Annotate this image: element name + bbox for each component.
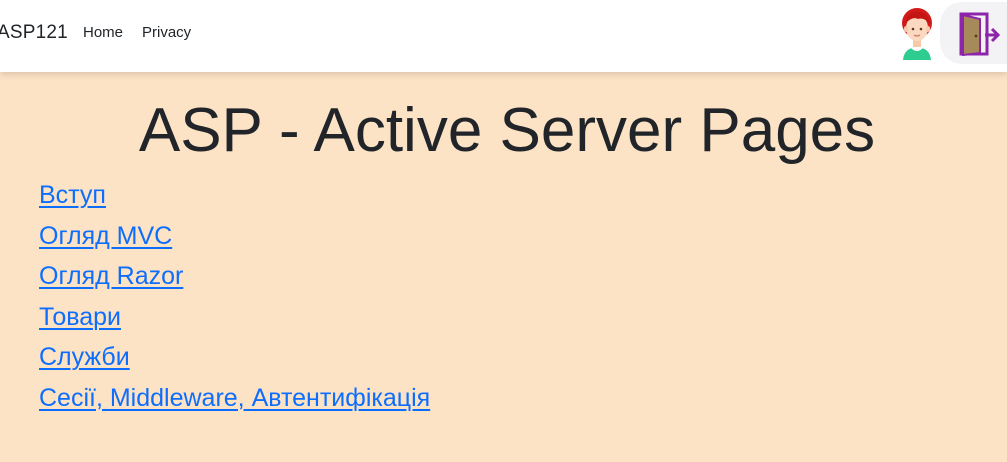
nav-link-home[interactable]: Home (83, 24, 123, 41)
topic-link-sessions[interactable]: Сесії, Middleware, Автентифікація (39, 384, 430, 412)
topic-link-products[interactable]: Товари (39, 303, 121, 331)
list-item: Вступ (39, 178, 430, 219)
list-item: Служби (39, 340, 430, 381)
topic-link-mvc[interactable]: Огляд MVC (39, 222, 172, 250)
brand-link[interactable]: ASP121 (0, 22, 68, 44)
logout-button[interactable] (940, 2, 1007, 64)
list-item: Товари (39, 300, 430, 341)
nav-link-privacy[interactable]: Privacy (142, 24, 191, 41)
page-title: ASP - Active Server Pages (138, 96, 876, 165)
topic-link-razor[interactable]: Огляд Razor (39, 262, 183, 290)
list-item: Огляд Razor (39, 259, 430, 300)
user-avatar-icon[interactable] (896, 6, 938, 60)
list-item: Огляд MVC (39, 219, 430, 260)
top-navbar: ASP121 Home Privacy (0, 0, 1007, 72)
main-content: ASP - Active Server Pages Вступ Огляд MV… (0, 72, 1007, 462)
topics-list: Вступ Огляд MVC Огляд Razor Товари Служб… (39, 178, 430, 421)
list-item: Сесії, Middleware, Автентифікація (39, 381, 430, 422)
topic-link-services[interactable]: Служби (39, 343, 130, 371)
topic-link-intro[interactable]: Вступ (39, 181, 106, 209)
door-exit-icon (959, 12, 1000, 57)
